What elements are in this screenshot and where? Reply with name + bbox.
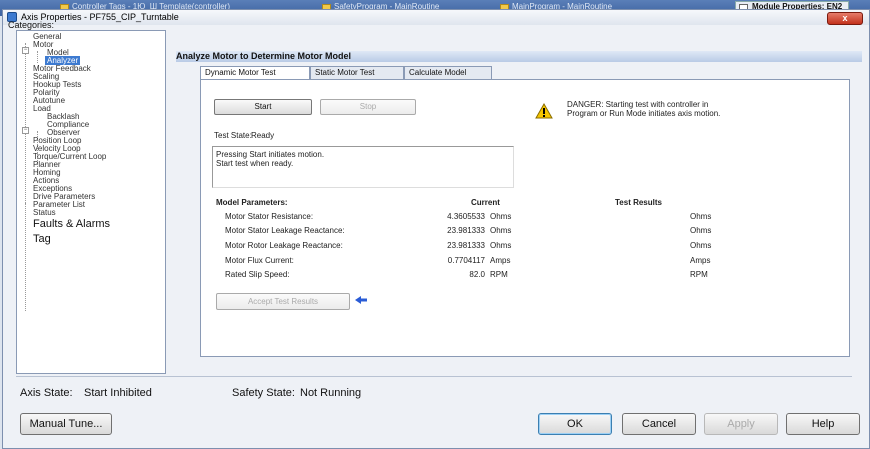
message-line1: Pressing Start initiates motion. [216, 150, 325, 159]
parameter-name: Motor Stator Resistance: [225, 212, 314, 221]
parameter-current-value: 4.3605533 [447, 212, 485, 221]
divider [16, 376, 852, 377]
collapse-icon[interactable]: − [22, 127, 29, 134]
tab-static-motor-test[interactable]: Static Motor Test [310, 66, 404, 80]
section-title: Analyze Motor to Determine Motor Model [176, 51, 862, 62]
parameter-current-value: 23.981333 [447, 226, 485, 235]
warning-icon [535, 103, 553, 119]
ok-button[interactable]: OK [538, 413, 612, 435]
parameter-name: Rated Slip Speed: [225, 270, 290, 279]
parameter-result-unit: RPM [690, 270, 708, 279]
safety-state-value: Not Running [300, 387, 362, 399]
danger-message-line2: Program or Run Mode initiates axis motio… [567, 109, 721, 118]
close-button[interactable]: x [827, 12, 863, 25]
cancel-button[interactable]: Cancel [622, 413, 696, 435]
danger-message-line1: DANGER: Starting test with controller in [567, 100, 709, 109]
parameter-current-unit: RPM [490, 270, 508, 279]
parameter-name: Motor Stator Leakage Reactance: [225, 226, 345, 235]
message-line2: Start test when ready. [216, 159, 294, 168]
tree-item-faults-alarms[interactable]: Faults & Alarms [33, 218, 110, 230]
test-state-label: Test State: [214, 131, 252, 140]
test-state-value: Ready [251, 131, 275, 140]
parameter-result-unit: Ohms [690, 226, 712, 235]
categories-label: Categories: [8, 20, 55, 30]
model-parameters-header: Model Parameters: [216, 198, 288, 207]
parameter-current-unit: Amps [490, 256, 511, 265]
arrow-left-icon [355, 296, 367, 304]
current-header: Current [471, 198, 500, 207]
parameter-name: Motor Rotor Leakage Reactance: [225, 241, 343, 250]
test-message-box: Pressing Start initiates motion. Start t… [212, 146, 514, 188]
parameter-current-value: 82.0 [469, 270, 485, 279]
tree-item-tag[interactable]: Tag [33, 233, 51, 245]
parameter-current-unit: Ohms [490, 212, 512, 221]
parameter-current-value: 23.981333 [447, 241, 485, 250]
accept-test-results-button[interactable]: Accept Test Results [216, 293, 350, 310]
apply-button[interactable]: Apply [704, 413, 778, 435]
parameter-result-unit: Ohms [690, 212, 712, 221]
parameter-current-value: 0.7704117 [447, 256, 485, 265]
stop-button[interactable]: Stop [320, 99, 416, 115]
safety-state-label: Safety State: [232, 387, 295, 399]
start-button[interactable]: Start [214, 99, 312, 115]
test-results-header: Test Results [615, 198, 662, 207]
parameter-result-unit: Ohms [690, 241, 712, 250]
parameter-name: Motor Flux Current: [225, 256, 294, 265]
parameter-result-unit: Amps [690, 256, 711, 265]
tab-calculate-model[interactable]: Calculate Model [404, 66, 492, 80]
parameter-current-unit: Ohms [490, 226, 512, 235]
title-bar: Axis Properties - PF755_CIP_Turntable x [3, 10, 869, 25]
tree-item-status[interactable]: Status [33, 208, 56, 217]
manual-tune-button[interactable]: Manual Tune... [20, 413, 112, 435]
parameter-current-unit: Ohms [490, 241, 512, 250]
axis-state-value: Start Inhibited [84, 387, 152, 399]
collapse-icon[interactable]: − [22, 47, 29, 54]
help-button[interactable]: Help [786, 413, 860, 435]
categories-tree[interactable]: − − General Motor Model Analyzer Motor F… [16, 30, 166, 374]
axis-state-label: Axis State: [20, 387, 73, 399]
